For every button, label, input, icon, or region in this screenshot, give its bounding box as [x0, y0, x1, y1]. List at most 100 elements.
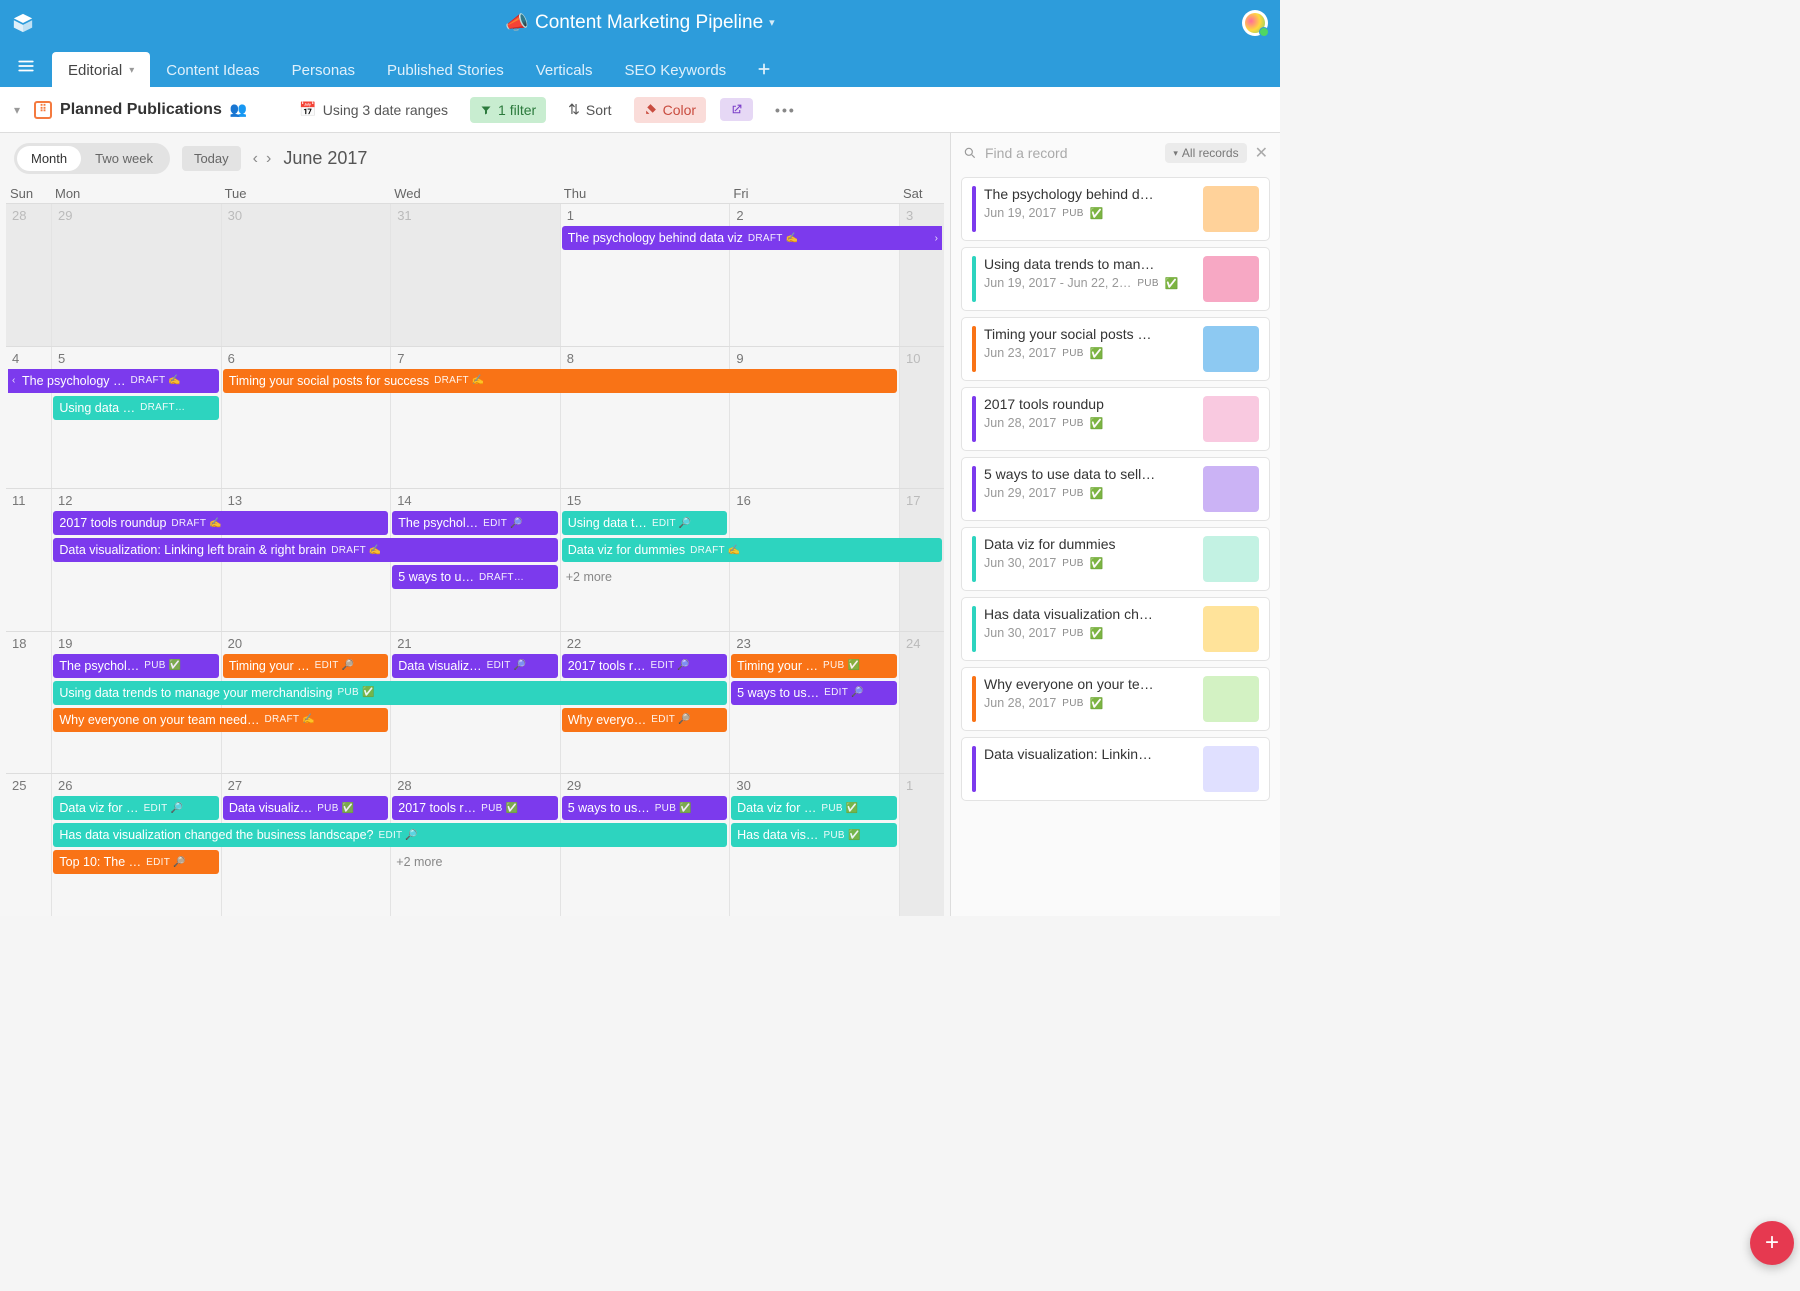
color-bar	[972, 466, 976, 512]
day-cell[interactable]: 7	[390, 347, 560, 489]
event-title: 5 ways to us…	[737, 686, 819, 700]
record-card[interactable]: Using data trends to man… Jun 19, 2017 -…	[961, 247, 1270, 311]
check-icon: ✅	[1090, 557, 1104, 570]
day-cell[interactable]: 18	[6, 632, 51, 774]
logo-icon[interactable]	[12, 12, 34, 34]
day-number: 28	[12, 208, 26, 223]
menu-icon[interactable]	[12, 52, 40, 80]
add-record-fab[interactable]: +	[1750, 1221, 1794, 1265]
calendar-event[interactable]: Top 10: The …EDIT 🔎	[53, 850, 218, 874]
base-title[interactable]: 📣 Content Marketing Pipeline ▾	[505, 11, 774, 35]
calendar-event[interactable]: Using data …DRAFT…	[53, 396, 218, 420]
filter-button[interactable]: 1 filter	[470, 97, 546, 123]
view-name[interactable]: Planned Publications 👥	[34, 101, 247, 119]
calendar-event[interactable]: 5 ways to us…PUB ✅	[562, 796, 727, 820]
record-card[interactable]: Has data visualization ch… Jun 30, 2017 …	[961, 597, 1270, 661]
event-status: DRAFT ✍️	[690, 545, 740, 556]
calendar-event[interactable]: Using data trends to manage your merchan…	[53, 681, 727, 705]
calendar-event[interactable]: Data viz for …PUB ✅	[731, 796, 896, 820]
close-panel-button[interactable]: ✕	[1255, 143, 1268, 163]
day-cell[interactable]: 24	[899, 632, 944, 774]
day-cell[interactable]: 4	[6, 347, 51, 489]
check-icon: ✅	[1165, 277, 1179, 290]
calendar-event[interactable]: 5 ways to u…DRAFT…	[392, 565, 557, 589]
prev-month-button[interactable]: ‹	[253, 150, 258, 168]
tab-published-stories[interactable]: Published Stories	[371, 52, 520, 87]
date-ranges-button[interactable]: 📅 Using 3 date ranges	[291, 96, 456, 123]
tab-seo-keywords[interactable]: SEO Keywords	[608, 52, 742, 87]
day-cell[interactable]: 8	[560, 347, 730, 489]
calendar-event[interactable]: The psychology behind data vizDRAFT ✍️›	[562, 226, 942, 250]
calendar-event[interactable]: Data visualiz…PUB ✅	[223, 796, 388, 820]
calendar-event[interactable]: 5 ways to us…EDIT 🔎	[731, 681, 896, 705]
calendar-event[interactable]: Data visualiz…EDIT 🔎	[392, 654, 557, 678]
calendar-event[interactable]: ‹The psychology …DRAFT ✍️	[8, 369, 219, 393]
more-events-link[interactable]: +2 more	[390, 850, 559, 874]
day-cell[interactable]: 30	[221, 204, 391, 346]
more-events-link[interactable]: +2 more	[560, 565, 729, 589]
records-filter-dropdown[interactable]: ▾ All records	[1165, 143, 1246, 163]
event-status: DRAFT…	[479, 572, 524, 583]
event-title: 2017 tools r…	[568, 659, 646, 673]
day-cell[interactable]: 29	[51, 204, 221, 346]
next-month-button[interactable]: ›	[266, 150, 271, 168]
calendar-event[interactable]: 2017 tools r…EDIT 🔎	[562, 654, 727, 678]
event-status: EDIT 🔎	[652, 518, 692, 529]
filter-icon	[480, 104, 492, 116]
day-cell[interactable]: 25	[6, 774, 51, 916]
calendar-event[interactable]: Why everyo…EDIT 🔎	[562, 708, 727, 732]
calendar-event[interactable]: The psychol…EDIT 🔎	[392, 511, 557, 535]
calendar-event[interactable]: 2017 tools r…PUB ✅	[392, 796, 557, 820]
day-cell[interactable]: 6	[221, 347, 391, 489]
megaphone-icon: 📣	[505, 11, 529, 35]
day-number: 30	[228, 208, 242, 223]
tab-verticals[interactable]: Verticals	[520, 52, 609, 87]
calendar-event[interactable]: Data visualization: Linking left brain &…	[53, 538, 557, 562]
tab-label: Editorial	[68, 62, 122, 79]
calendar-event[interactable]: Has data visualization changed the busin…	[53, 823, 727, 847]
record-card[interactable]: Timing your social posts … Jun 23, 2017 …	[961, 317, 1270, 381]
calendar-event[interactable]: Why everyone on your team need…DRAFT ✍️	[53, 708, 388, 732]
calendar-event[interactable]: Data viz for …EDIT 🔎	[53, 796, 218, 820]
calendar-event[interactable]: Has data vis…PUB ✅	[731, 823, 896, 847]
color-button[interactable]: Color	[634, 97, 706, 123]
record-card[interactable]: 2017 tools roundup Jun 28, 2017 PUB✅	[961, 387, 1270, 451]
calendar-event[interactable]: The psychol…PUB ✅	[53, 654, 218, 678]
calendar-event[interactable]: Data viz for dummiesDRAFT ✍️	[562, 538, 942, 562]
calendar-event[interactable]: Timing your social posts for successDRAF…	[223, 369, 897, 393]
sort-button[interactable]: ⇅ Sort	[560, 96, 619, 123]
scale-two-week[interactable]: Two week	[81, 146, 167, 171]
calendar-event[interactable]: Using data t…EDIT 🔎	[562, 511, 727, 535]
tab-label: Verticals	[536, 62, 593, 79]
event-title: Top 10: The …	[59, 855, 141, 869]
avatar[interactable]	[1242, 10, 1268, 36]
record-card[interactable]: Why everyone on your te… Jun 28, 2017 PU…	[961, 667, 1270, 731]
calendar-event[interactable]: Timing your …PUB ✅	[731, 654, 896, 678]
calendar-event[interactable]: 2017 tools roundupDRAFT ✍️	[53, 511, 388, 535]
tab-content-ideas[interactable]: Content Ideas	[150, 52, 275, 87]
day-cell[interactable]: 28	[6, 204, 51, 346]
today-button[interactable]: Today	[182, 146, 241, 171]
scale-month[interactable]: Month	[17, 146, 81, 171]
add-table-button[interactable]	[750, 55, 778, 83]
tab-editorial[interactable]: Editorial▾	[52, 52, 150, 87]
record-card[interactable]: Data visualization: Linkin…	[961, 737, 1270, 801]
record-card[interactable]: 5 ways to use data to sell… Jun 29, 2017…	[961, 457, 1270, 521]
day-cell[interactable]: 10	[899, 347, 944, 489]
day-cell[interactable]: 11	[6, 489, 51, 631]
day-cell[interactable]: 9	[729, 347, 899, 489]
card-date: Jun 19, 2017	[984, 206, 1056, 220]
card-thumbnail	[1203, 746, 1259, 792]
calendar-event[interactable]: Timing your …EDIT 🔎	[223, 654, 388, 678]
more-button[interactable]: •••	[767, 97, 804, 123]
day-number: 28	[397, 778, 411, 793]
record-card[interactable]: The psychology behind d… Jun 19, 2017 PU…	[961, 177, 1270, 241]
tab-personas[interactable]: Personas	[276, 52, 371, 87]
day-cell[interactable]: 1	[899, 774, 944, 916]
search-input[interactable]: Find a record	[985, 145, 1157, 161]
share-button[interactable]	[720, 98, 753, 121]
day-header: Mon	[51, 184, 221, 203]
day-cell[interactable]: 31	[390, 204, 560, 346]
collapse-icon[interactable]: ▾	[14, 103, 20, 117]
record-card[interactable]: Data viz for dummies Jun 30, 2017 PUB✅	[961, 527, 1270, 591]
